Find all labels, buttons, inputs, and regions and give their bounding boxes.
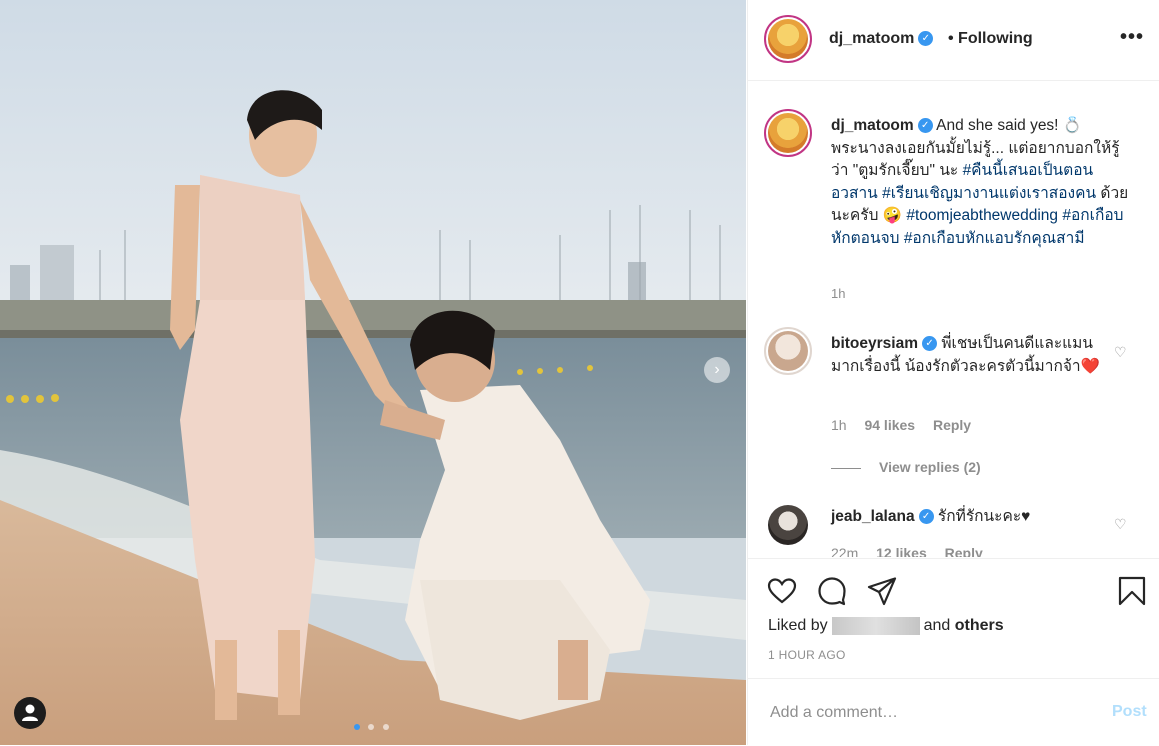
hashtag[interactable]: #อกเกือบหักแอบรักคุณสามี: [904, 230, 1085, 247]
hashtag[interactable]: #toomjeabthewedding: [906, 207, 1058, 224]
post-timestamp[interactable]: 1 HOUR AGO: [768, 648, 846, 662]
like-comment-heart-icon[interactable]: ♡: [1114, 344, 1130, 360]
comment-avatar[interactable]: [764, 327, 812, 375]
comment-author[interactable]: bitoeyrsiam: [831, 335, 918, 352]
hashtag[interactable]: #เรียนเชิญมางานแต่งเราสองคน: [882, 185, 1096, 202]
follow-status[interactable]: • Following: [948, 30, 1033, 48]
divider: [831, 467, 861, 469]
caption-author-avatar[interactable]: [764, 109, 812, 157]
carousel-dot-active: [354, 724, 360, 730]
comment-avatar[interactable]: [768, 505, 808, 545]
comments-scroll[interactable]: dj_matoom ✓ And she said yes! 💍 พระนางลงเ…: [748, 81, 1159, 557]
carousel-dots: [354, 717, 389, 735]
liked-by-and: and: [923, 617, 951, 635]
bookmark-icon[interactable]: [1116, 575, 1148, 607]
comment-icon[interactable]: [816, 575, 848, 607]
redacted-username: [831, 617, 920, 635]
comment-likes[interactable]: 94 likes: [864, 417, 915, 433]
post-header: dj_matoom ✓ • Following •••: [748, 0, 1159, 81]
others-link[interactable]: others: [955, 617, 1004, 634]
post-caption: dj_matoom ✓ And she said yes! 💍 พระนางลงเ…: [831, 115, 1131, 250]
add-comment-input[interactable]: [768, 699, 1072, 727]
view-replies-button[interactable]: View replies (2): [831, 459, 981, 475]
tagged-users-button[interactable]: [14, 697, 46, 729]
liked-by-prefix: Liked by: [768, 617, 828, 635]
caption-time[interactable]: 1h: [831, 286, 845, 301]
comment-author[interactable]: jeab_lalana: [831, 508, 915, 525]
carousel-dot: [382, 724, 389, 730]
comment-likes[interactable]: 12 likes: [876, 545, 927, 557]
reply-button[interactable]: Reply: [933, 417, 971, 433]
author-username-text[interactable]: dj_matoom: [829, 30, 914, 47]
chevron-right-icon: ›: [714, 361, 720, 378]
verified-badge-icon: ✓: [918, 31, 934, 47]
heart-icon[interactable]: [766, 575, 798, 607]
verified-badge-icon: ✓: [922, 336, 938, 352]
verified-badge-icon: ✓: [918, 509, 934, 525]
comment-text: รักที่รักนะคะ♥: [937, 508, 1031, 525]
caption-author[interactable]: dj_matoom: [831, 117, 914, 134]
comment-meta: 22m 12 likes Reply: [831, 545, 997, 557]
comment-meta: 1h 94 likes Reply: [831, 417, 985, 433]
comment-time[interactable]: 1h: [831, 417, 847, 433]
like-comment-heart-icon[interactable]: ♡: [1114, 516, 1130, 532]
share-icon[interactable]: [866, 575, 898, 607]
carousel-dot: [368, 724, 375, 730]
view-replies-label[interactable]: View replies (2): [879, 459, 981, 475]
liked-by: Liked by and others: [768, 617, 1004, 635]
carousel-next-button[interactable]: ›: [704, 357, 730, 383]
comment-time[interactable]: 22m: [831, 545, 858, 557]
comment-body: jeab_lalana ✓ รักที่รักนะคะ♥: [831, 506, 1121, 529]
reply-button[interactable]: Reply: [945, 545, 983, 557]
post-photo[interactable]: ›: [0, 0, 746, 745]
author-avatar[interactable]: [764, 15, 812, 63]
post-sidebar: dj_matoom ✓ • Following ••• dj_matoom ✓ An…: [747, 0, 1159, 745]
post-comment-button[interactable]: Post: [1112, 703, 1147, 721]
beach-proposal-image: [0, 0, 746, 745]
author-username[interactable]: dj_matoom ✓: [829, 30, 934, 48]
comment-body: bitoeyrsiam ✓ พี่เชษเป็นคนดีและแมนมากเรื่…: [831, 333, 1121, 378]
add-comment-bar: Post: [748, 678, 1159, 746]
post-actions: Liked by and others 1 HOUR AGO: [748, 558, 1159, 679]
verified-badge-icon: ✓: [917, 118, 933, 134]
user-icon: [22, 704, 38, 721]
caption-intro: And she said yes! 💍: [936, 117, 1083, 134]
more-options-icon[interactable]: •••: [1120, 26, 1144, 49]
